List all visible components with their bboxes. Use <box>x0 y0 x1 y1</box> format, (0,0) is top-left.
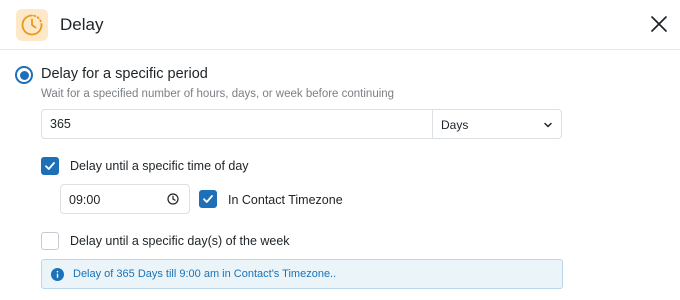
day-of-week-label: Delay until a specific day(s) of the wee… <box>70 234 290 248</box>
info-icon <box>51 268 64 281</box>
time-of-day-label: Delay until a specific time of day <box>70 159 249 173</box>
clock-icon <box>16 9 48 41</box>
duration-unit-select[interactable]: Days <box>432 109 562 139</box>
day-of-week-checkbox[interactable] <box>41 232 59 250</box>
close-button[interactable] <box>648 13 670 35</box>
specific-period-radio[interactable] <box>15 66 33 84</box>
checkmark-icon <box>203 195 213 203</box>
delay-panel: Delay Delay for a specific period Wait f… <box>0 0 680 300</box>
chevron-down-icon <box>544 122 552 128</box>
time-value: 09:00 <box>69 193 101 207</box>
contact-timezone-checkbox[interactable] <box>199 190 217 208</box>
checkmark-icon <box>45 162 55 170</box>
time-of-day-checkbox[interactable] <box>41 157 59 175</box>
panel-title: Delay <box>60 15 104 34</box>
delay-summary-text: Delay of 365 Days till 9:00 am in Contac… <box>73 268 337 280</box>
panel-header: Delay <box>0 0 680 50</box>
close-icon <box>651 16 667 32</box>
contact-timezone-label: In Contact Timezone <box>228 193 343 207</box>
clock-picker-icon <box>167 193 179 205</box>
specific-period-description: Wait for a specified number of hours, da… <box>41 88 395 100</box>
specific-period-label: Delay for a specific period <box>41 66 208 82</box>
duration-unit-value: Days <box>441 118 469 132</box>
duration-value-input[interactable] <box>41 109 432 139</box>
radio-selected-dot <box>19 70 29 80</box>
delay-summary-note: Delay of 365 Days till 9:00 am in Contac… <box>41 259 563 289</box>
time-of-day-input[interactable]: 09:00 <box>60 184 190 214</box>
